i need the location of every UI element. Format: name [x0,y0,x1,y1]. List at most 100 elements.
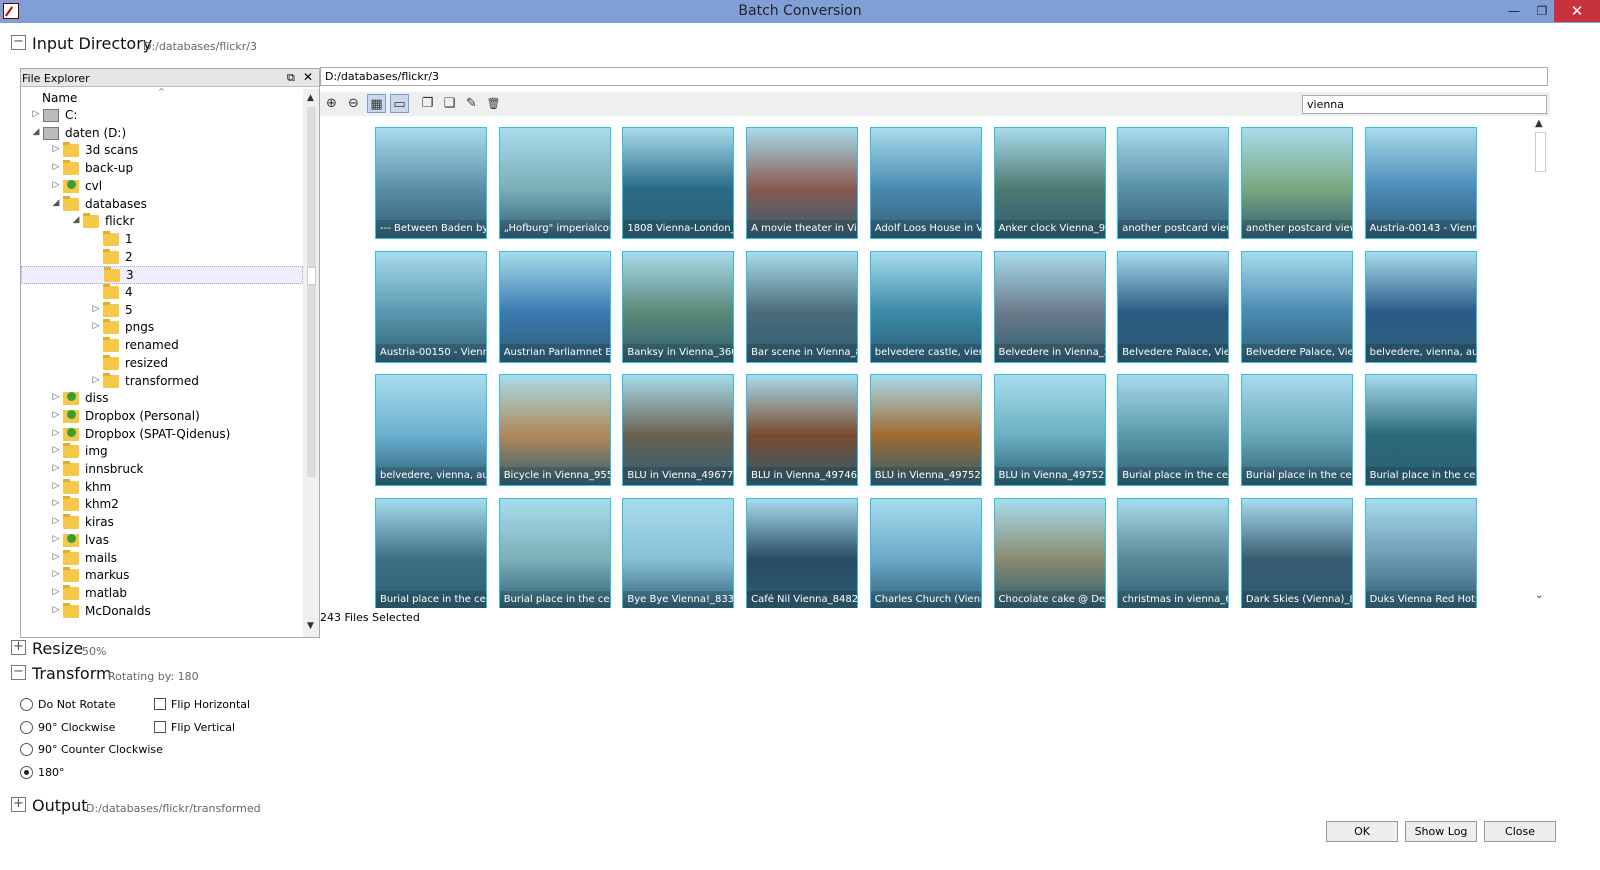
scroll-up-icon[interactable]: ▲ [307,93,314,103]
expand-arrow-icon[interactable]: ▷ [51,481,61,491]
paste-icon[interactable]: ❏ [440,94,459,113]
tree-item[interactable]: ▷ img [21,443,303,461]
thumbnail[interactable]: Burial place in the centra [375,498,487,608]
thumbnail[interactable]: Bye Bye Vienna!_8332146 [622,498,735,608]
thumbnail[interactable]: 1808 Vienna-London_503 [622,127,735,239]
thumbnail[interactable]: BLU in Vienna_496774011 [622,374,735,487]
flip-option-label[interactable]: Flip Vertical [171,721,235,734]
thumbnail[interactable]: „Hofburg" imperialcourto [498,127,611,239]
thumbnail[interactable]: BLU in Vienna_497521487 [869,374,982,487]
delete-icon[interactable]: 🗑 [484,94,503,113]
tree-item[interactable]: ▷ matlab [21,584,303,603]
expand-arrow-icon[interactable]: ▷ [51,180,61,190]
expand-arrow-icon[interactable]: ▷ [51,410,61,420]
thumbnail[interactable]: Café Nil Vienna_84828901 [746,498,859,608]
thumbnail[interactable]: Burial place in the centra [1364,374,1477,487]
thumbnail[interactable]: Austria-00143 - Vienna's [1364,127,1477,239]
input-section-toggle[interactable]: − [11,35,26,50]
thumbnail[interactable]: Belvedere in Vienna_2896 [993,250,1106,363]
expand-arrow-icon[interactable]: ▷ [51,498,61,508]
thumbnail[interactable]: belvedere castle, vienna, [869,250,982,363]
tree-item[interactable]: ▷ markus [21,567,303,585]
expand-arrow-icon[interactable]: ▷ [91,375,101,385]
scroll-down-icon[interactable]: ⌄ [1535,590,1543,601]
tree-item[interactable]: renamed [21,337,303,355]
tree-item[interactable]: ▷ McDonalds [21,602,303,621]
tree-item[interactable]: ▷ lvas [21,532,303,550]
show-log-button[interactable]: Show Log [1405,821,1477,842]
tree-item[interactable]: ▷ khm2 [21,496,303,514]
close-panel-icon[interactable]: ✕ [303,70,313,84]
rotation-option-label[interactable]: 180° [38,766,65,779]
thumbnail[interactable]: belvedere, vienna, austri [1364,250,1477,363]
tree-item[interactable]: resized [21,354,303,373]
tree-item[interactable]: ◢ daten (D:) [21,125,303,143]
expand-arrow-icon[interactable]: ▷ [51,516,61,526]
tree-item[interactable]: ▷ diss [21,390,303,408]
tree-item[interactable]: ▷ kiras [21,514,303,532]
thumbnail[interactable]: Austria-00150 - Vienna's [375,250,487,363]
grid-scrollbar[interactable]: ▲ ⌄ [1532,118,1548,608]
thumbnail[interactable]: christmas in vienna_6506 [1117,498,1230,608]
scroll-track[interactable] [307,107,316,477]
tree-item[interactable]: ▷ 5 [21,301,303,320]
thumbnail[interactable]: Adolf Loos House in Vier [869,127,982,239]
scroll-thumb[interactable] [1535,132,1546,172]
thumbnail[interactable]: another postcard view o [1240,127,1353,239]
thumbnail[interactable]: Bar scene in Vienna_8544 [746,250,859,363]
close-button[interactable]: Close [1484,821,1556,842]
single-view-icon[interactable]: ▭ [390,94,409,113]
tree-item[interactable]: 1 [21,230,303,249]
rotation-option-label[interactable]: Do Not Rotate [38,698,115,711]
tree-item[interactable]: ▷ back-up [21,160,303,178]
tree-item[interactable]: ▷ transformed [21,372,303,391]
thumbnail[interactable]: Burial place in the centra [498,498,611,608]
folder-tree[interactable]: ▷ C: ◢ daten (D:) ▷ 3d scans ▷ back-up ▷ cvl ◢ data… [21,107,303,637]
rotation-radio[interactable] [20,720,33,734]
thumbnail[interactable]: Burial place in the centra [1117,374,1230,487]
thumbnail[interactable]: Banksy in Vienna_360961 [622,250,735,363]
tree-item[interactable]: ▷ khm [21,478,303,497]
thumbnail[interactable]: BLU in Vienna_497460952 [746,374,859,487]
tree-item[interactable]: ▷ Dropbox (Personal) [21,408,303,426]
float-panel-icon[interactable]: ⧉ [287,71,295,85]
rotation-radio[interactable] [20,765,33,779]
rotation-option-label[interactable]: 90° Clockwise [38,721,115,734]
thumbnail[interactable]: Bicycle in Vienna_955832 [498,374,611,487]
thumbnail[interactable]: Burial place in the centra [1240,374,1353,487]
collapse-arrow-icon[interactable]: ◢ [31,127,41,137]
flip-checkbox[interactable] [154,698,166,710]
scroll-down-icon[interactable]: ▼ [307,621,314,631]
rotation-option-label[interactable]: 90° Counter Clockwise [38,743,163,756]
zoom-out-icon[interactable]: ⊖ [344,94,363,113]
expand-arrow-icon[interactable]: ▷ [91,321,101,331]
thumbnail-grid[interactable]: --- Between Baden by Vi „Hofburg" imperia… [320,118,1532,608]
output-section-toggle[interactable]: + [11,797,26,812]
flip-checkbox[interactable] [154,720,166,733]
tree-item[interactable]: ▷ 3d scans [21,142,303,160]
thumbnail[interactable]: --- Between Baden by Vi [375,127,487,239]
expand-arrow-icon[interactable]: ▷ [51,428,61,438]
transform-section-toggle[interactable]: − [11,665,26,680]
thumbnail[interactable]: Austrian Parliamnet Build [498,250,611,363]
thumbnail[interactable]: A movie theater in Vienn [746,127,859,239]
resize-section-toggle[interactable]: + [11,640,26,655]
expand-arrow-icon[interactable]: ▷ [51,445,61,455]
thumbnail[interactable]: another postcard view o [1117,127,1230,239]
tree-item[interactable]: ◢ flickr [21,213,303,231]
tree-item[interactable]: 4 [21,284,303,302]
rename-icon[interactable]: ✎ [462,94,481,113]
tree-item[interactable]: ▷ Dropbox (SPAT-Qidenus) [21,426,303,444]
tree-item[interactable]: ▷ innsbruck [21,461,303,479]
grid-view-icon[interactable]: ▦ [367,94,386,113]
thumbnail[interactable]: Anker clock Vienna_9196 [993,127,1106,239]
minimize-button[interactable]: — [1500,0,1528,22]
rotation-radio[interactable] [20,698,33,711]
rotation-radio[interactable] [20,743,33,756]
expand-arrow-icon[interactable]: ▷ [51,144,61,154]
scroll-up-icon[interactable]: ▲ [1535,118,1543,129]
copy-icon[interactable]: ❐ [418,94,437,113]
expand-arrow-icon[interactable]: ▷ [51,552,61,562]
flip-option-label[interactable]: Flip Horizontal [171,698,250,711]
expand-arrow-icon[interactable]: ▷ [51,463,61,473]
